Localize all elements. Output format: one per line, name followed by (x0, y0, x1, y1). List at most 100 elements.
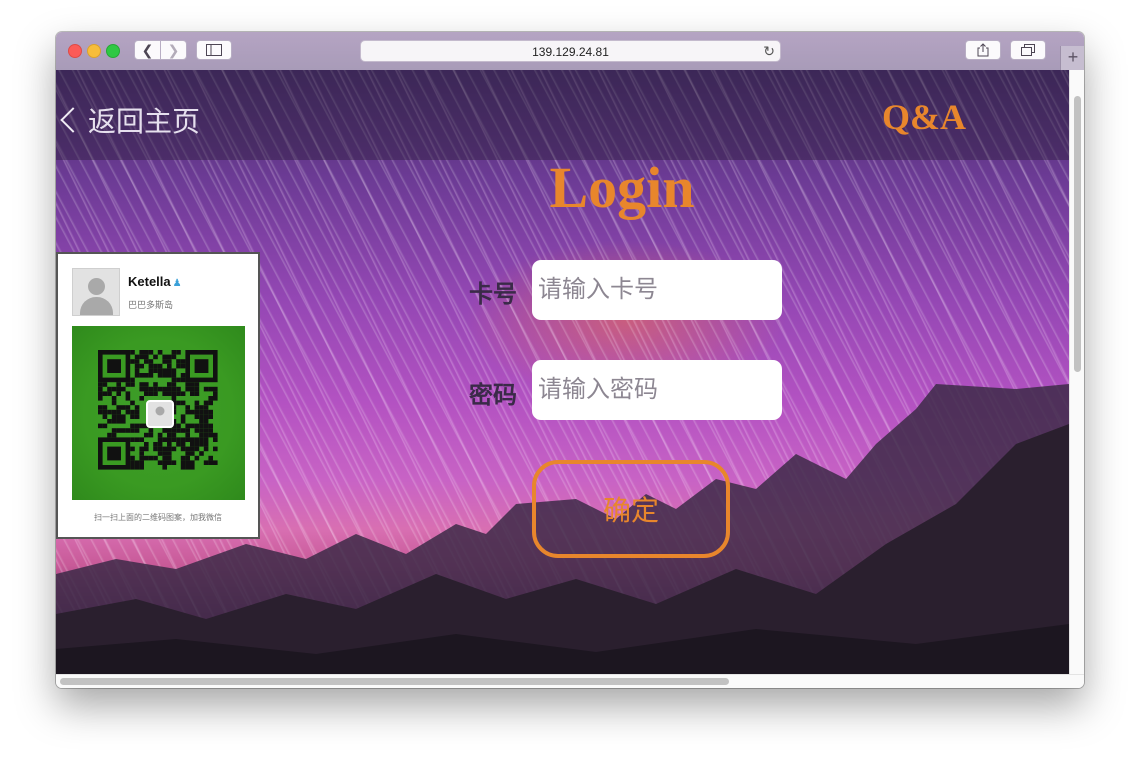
qr-module (167, 437, 172, 442)
tabs-icon (1021, 44, 1035, 56)
qr-module (194, 455, 200, 461)
qr-module (157, 373, 163, 378)
qr-module (176, 386, 181, 392)
qr-module (107, 409, 112, 415)
qr-module (213, 391, 218, 396)
qr-module (176, 377, 181, 383)
qr-module (208, 455, 213, 461)
qr-module (111, 414, 117, 419)
qr-module (185, 455, 190, 461)
qr-module (157, 437, 163, 442)
qr-module (199, 409, 204, 415)
card-number-input[interactable] (532, 260, 782, 320)
vertical-scroll-thumb[interactable] (1074, 96, 1081, 372)
qr-module (185, 446, 190, 452)
qr-module (116, 382, 121, 387)
qr-module (98, 391, 103, 396)
qr-module (194, 382, 200, 387)
qr-module (134, 373, 140, 378)
share-button[interactable] (965, 40, 1001, 60)
tab-overview-button[interactable] (1010, 40, 1046, 60)
qr-module (157, 451, 163, 456)
plus-icon: + (1067, 47, 1079, 67)
qr-module (111, 409, 117, 415)
vertical-scrollbar[interactable] (1069, 70, 1084, 674)
wechat-qr-card: Ketella ♟ 巴巴多斯岛 扫一扫上面的二维码图案，加我微信 (56, 252, 260, 539)
qr-module (194, 405, 200, 410)
qr-module (153, 442, 158, 447)
confirm-button[interactable]: 确定 (532, 460, 730, 558)
minimize-window-button[interactable] (87, 44, 101, 58)
qr-module (180, 377, 186, 383)
qr-module (208, 414, 213, 419)
qr-module (162, 354, 167, 360)
qr-module (167, 363, 172, 369)
qr-module (162, 391, 167, 396)
qr-module (111, 428, 117, 433)
qr-module (180, 460, 186, 465)
page-title: Login (549, 155, 695, 220)
qa-link[interactable]: Q&A (882, 96, 966, 138)
qr-module (139, 373, 144, 378)
qr-module (203, 437, 209, 442)
card-number-label: 卡号 (469, 282, 517, 308)
back-button[interactable]: ❮ (134, 40, 161, 60)
qr-module (130, 409, 135, 415)
close-window-button[interactable] (68, 44, 82, 58)
qr-module (176, 437, 181, 442)
qr-module (167, 368, 172, 373)
qr-module (148, 391, 154, 396)
qr-module (144, 350, 149, 355)
qr-module (213, 437, 218, 442)
qr-module (148, 363, 154, 369)
qr-module (121, 414, 126, 419)
qr-module (167, 373, 172, 378)
qr-module (185, 405, 190, 410)
maximize-window-button[interactable] (106, 44, 120, 58)
qr-module (171, 437, 177, 442)
qr-module (167, 460, 172, 465)
horizontal-scroll-thumb[interactable] (60, 678, 729, 685)
qr-module (171, 391, 177, 396)
qr-module (134, 363, 140, 369)
back-home-link[interactable]: 返回主页 (58, 100, 200, 140)
qr-module (176, 423, 181, 429)
qr-module (185, 437, 190, 442)
qr-module (180, 455, 186, 461)
qr-module (148, 359, 154, 364)
password-input[interactable] (532, 360, 782, 420)
horizontal-scrollbar[interactable] (56, 674, 1084, 688)
qr-module (139, 455, 144, 461)
qr-module (144, 391, 149, 396)
qr-module (121, 428, 126, 433)
qr-module (139, 460, 144, 465)
forward-button[interactable]: ❯ (160, 40, 187, 60)
qr-module (190, 437, 195, 442)
avatar-body (80, 297, 113, 315)
qr-module (102, 382, 108, 387)
qr-module (180, 446, 186, 452)
qr-finder-square (107, 446, 121, 461)
qr-module (199, 405, 204, 410)
qr-module (139, 354, 144, 360)
new-tab-button[interactable]: + (1060, 46, 1084, 70)
qr-module (153, 354, 158, 360)
address-bar[interactable]: 139.129.24.81 ↻ (360, 40, 781, 62)
reload-icon[interactable]: ↻ (763, 43, 775, 60)
qr-module (167, 432, 172, 438)
qr-module (176, 350, 181, 355)
qr-module (208, 386, 213, 392)
qr-module (185, 465, 190, 470)
qr-module (194, 414, 200, 419)
qr-module (167, 386, 172, 392)
qr-module (167, 382, 172, 387)
url-text: 139.129.24.81 (532, 45, 609, 59)
qr-module (185, 423, 190, 429)
qr-module (134, 368, 140, 373)
qr-module (180, 400, 186, 406)
sidebar-button[interactable] (196, 40, 232, 60)
qr-module (139, 451, 144, 456)
qr-module (130, 455, 135, 461)
qr-module (167, 428, 172, 433)
qr-module (162, 359, 167, 364)
